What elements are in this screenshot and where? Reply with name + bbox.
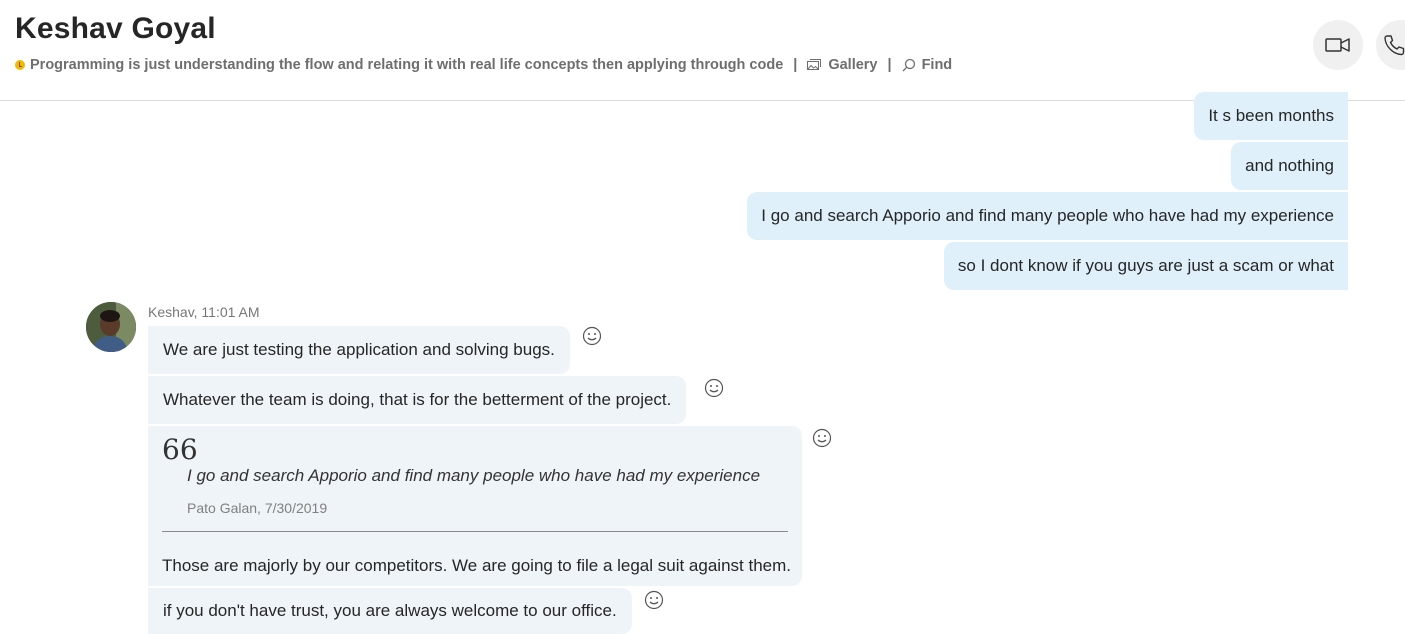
audio-call-button[interactable]	[1376, 20, 1405, 70]
message-text: and nothing	[1245, 156, 1334, 175]
smiley-icon[interactable]	[644, 590, 664, 610]
smiley-icon[interactable]	[704, 378, 724, 398]
smiley-icon[interactable]	[812, 428, 832, 448]
message-text: so I dont know if you guys are just a sc…	[957, 256, 1334, 275]
gallery-label: Gallery	[828, 57, 878, 73]
message-text: I go and search Apporio and find many pe…	[761, 206, 1334, 225]
video-call-button[interactable]	[1313, 20, 1363, 70]
incoming-message[interactable]: if you don't have trust, you are always …	[148, 588, 632, 634]
outgoing-message[interactable]: and nothing	[1231, 142, 1348, 190]
message-text: Whatever the team is doing, that is for …	[163, 390, 672, 409]
contact-name[interactable]: Keshav Goyal	[15, 12, 216, 46]
quoted-text: I go and search Apporio and find many pe…	[187, 466, 761, 485]
quoted-author: Pato Galan, 7/30/2019	[187, 500, 328, 516]
outgoing-message[interactable]: I go and search Apporio and find many pe…	[747, 192, 1348, 240]
quote-icon: 66	[162, 433, 198, 466]
gallery-icon	[807, 59, 822, 70]
sender-timestamp: Keshav, 11:01 AM	[148, 304, 260, 320]
outgoing-message[interactable]: It s been months	[1194, 92, 1348, 140]
find-link[interactable]: Find	[902, 57, 953, 73]
find-label: Find	[921, 57, 953, 73]
header-subbar: Programming is just understanding the fl…	[15, 56, 952, 74]
search-icon	[902, 58, 915, 72]
message-text: We are just testing the application and …	[163, 340, 555, 359]
message-text: if you don't have trust, you are always …	[163, 601, 617, 620]
avatar-photo	[86, 302, 136, 352]
message-text: Those are majorly by our competitors. We…	[162, 556, 791, 575]
video-call-icon	[1325, 38, 1350, 52]
incoming-message[interactable]: Whatever the team is doing, that is for …	[148, 376, 687, 424]
avatar[interactable]	[86, 302, 136, 352]
phone-call-icon	[1384, 35, 1405, 56]
gallery-link[interactable]: Gallery	[807, 57, 878, 73]
separator: |	[887, 57, 892, 73]
incoming-message[interactable]: We are just testing the application and …	[148, 326, 570, 374]
separator: |	[793, 57, 798, 73]
quote-divider	[162, 531, 788, 532]
quoted-reply-message[interactable]: 66 I go and search Apporio and find many…	[148, 426, 802, 586]
message-text: It s been months	[1208, 106, 1334, 125]
outgoing-message[interactable]: so I dont know if you guys are just a sc…	[943, 242, 1348, 290]
away-status-icon	[15, 60, 25, 70]
conversation-header: Keshav Goyal Programming is just underst…	[0, 0, 1405, 101]
mood-message: Programming is just understanding the fl…	[30, 57, 784, 73]
smiley-icon[interactable]	[582, 326, 602, 346]
